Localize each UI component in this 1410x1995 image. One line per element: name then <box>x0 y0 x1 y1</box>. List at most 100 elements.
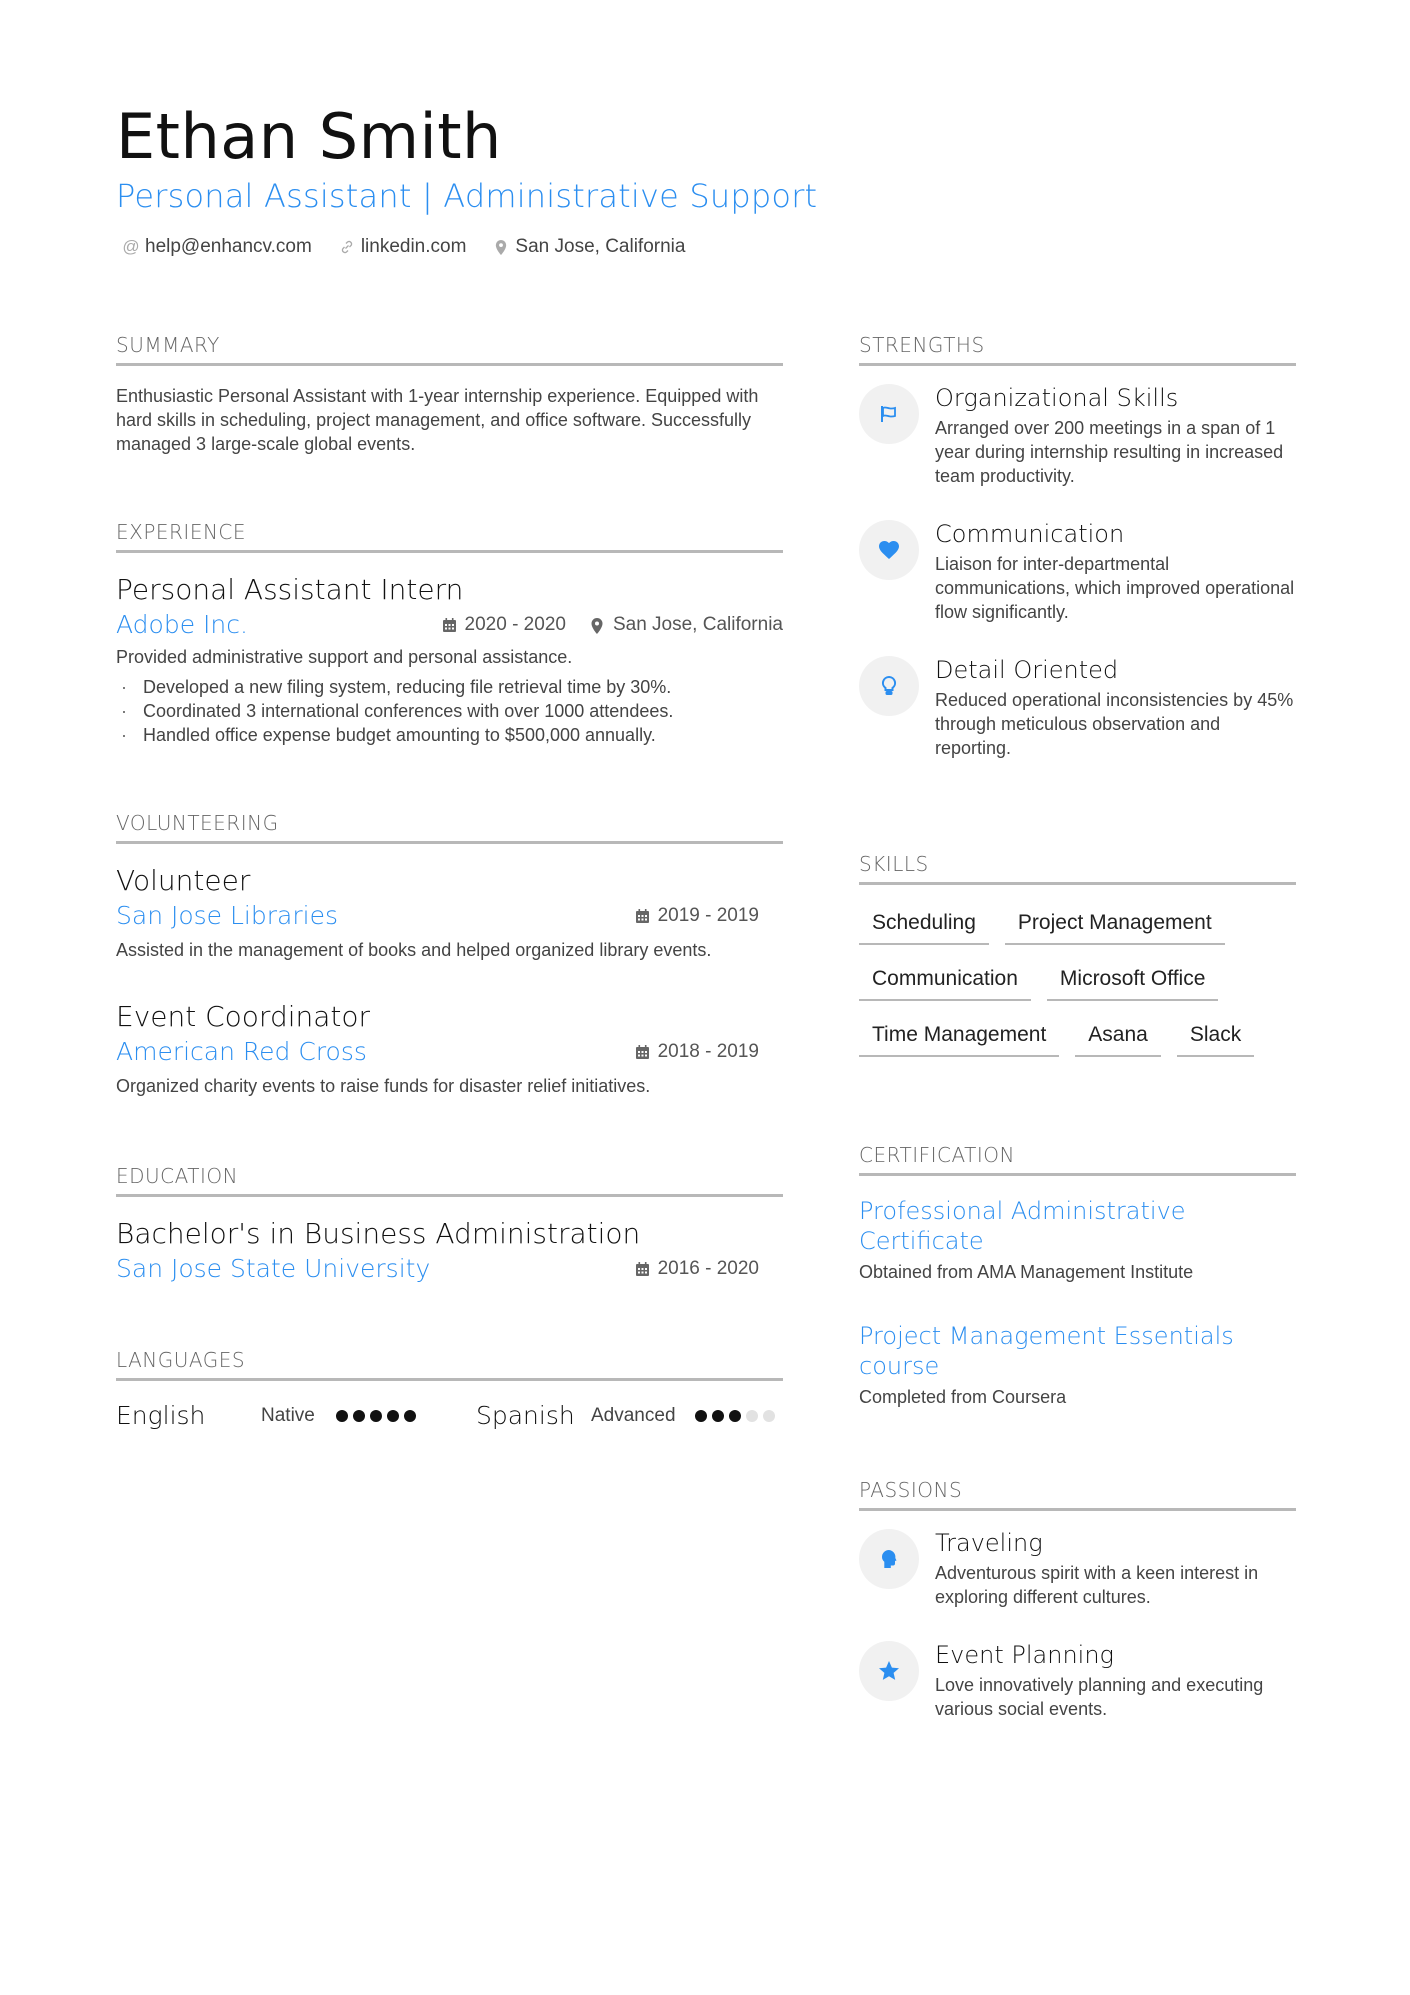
candidate-title: Personal Assistant | Administrative Supp… <box>116 177 818 215</box>
degree: Bachelor's in Business Administration <box>116 1217 641 1250</box>
volunteer-description: Organized charity events to raise funds … <box>116 1076 651 1096</box>
strength-item: Organizational Skills Arranged over 200 … <box>859 384 1296 488</box>
language-name: English <box>116 1401 206 1430</box>
strength-description: Liaison for inter-departmental communica… <box>935 554 1295 622</box>
volunteer-entry: Event Coordinator American Red Cross 201… <box>116 1000 783 1098</box>
passion-description: Love innovatively planning and executing… <box>935 1675 1264 1719</box>
at-icon: @ <box>122 237 140 256</box>
contact-linkedin[interactable]: linkedin.com <box>338 236 467 258</box>
experience-entry: Personal Assistant Intern Adobe Inc. 202… <box>116 573 783 747</box>
job-bullet: Developed a new filing system, reducing … <box>116 675 783 699</box>
strength-description: Reduced operational inconsistencies by 4… <box>935 690 1294 758</box>
lightbulb-icon <box>859 656 919 716</box>
language-rating <box>336 1409 476 1422</box>
volunteer-entry: Volunteer San Jose Libraries 2019 - 2019… <box>116 864 783 962</box>
certification-section: Certification Professional Administrativ… <box>859 1143 1296 1408</box>
job-bullet: Coordinated 3 international conferences … <box>116 699 783 723</box>
volunteer-dates: 2018 - 2019 <box>657 1040 759 1062</box>
contact-location-text: San Jose, California <box>515 236 686 257</box>
strength-title: Communication <box>935 520 1125 548</box>
certification-title: Professional Administrative Certificate <box>859 1197 1186 1255</box>
star-icon <box>859 1641 919 1701</box>
section-heading-education: Education <box>116 1164 783 1197</box>
passions-section: Passions Traveling Adventurous spirit wi… <box>859 1478 1296 1721</box>
rating-dot-filled <box>370 1409 382 1422</box>
volunteer-dates: 2019 - 2019 <box>657 904 759 926</box>
skills-section: Skills Scheduling Project Management Com… <box>859 852 1296 1057</box>
strength-description: Arranged over 200 meetings in a span of … <box>935 418 1284 486</box>
education-dates: 2016 - 2020 <box>657 1257 759 1279</box>
skill-tag: Slack <box>1176 1023 1255 1057</box>
calendar-icon <box>635 908 650 924</box>
rating-dot-filled <box>353 1409 365 1422</box>
skill-tag: Asana <box>1075 1023 1161 1057</box>
skill-tag: Project Management <box>1004 911 1225 945</box>
section-heading-volunteering: Volunteering <box>116 811 783 844</box>
experience-section: Experience Personal Assistant Intern Ado… <box>116 520 783 747</box>
school-name: San Jose State University <box>116 1254 431 1283</box>
certification-description: Completed from Coursera <box>859 1387 1067 1407</box>
location-icon <box>590 617 605 634</box>
language-level: Advanced <box>591 1404 676 1426</box>
heart-icon <box>859 520 919 580</box>
rating-dot-filled <box>695 1409 707 1422</box>
skill-tag: Microsoft Office <box>1046 967 1219 1001</box>
contact-location: San Jose, California <box>492 236 685 258</box>
calendar-icon <box>442 617 457 633</box>
job-dates: 2020 - 2020 <box>464 613 566 635</box>
rating-dot-empty <box>746 1409 758 1422</box>
strength-item: Detail Oriented Reduced operational inco… <box>859 656 1296 760</box>
job-location: San Jose, California <box>612 613 783 635</box>
contact-email-text: help@enhancv.com <box>145 236 312 257</box>
language-rating <box>695 1409 775 1422</box>
company-name: Adobe Inc. <box>116 610 248 639</box>
strength-item: Communication Liaison for inter-departme… <box>859 520 1296 624</box>
rating-dot-filled <box>336 1409 348 1422</box>
job-title: Personal Assistant Intern <box>116 573 464 606</box>
skill-tag: Scheduling <box>859 911 989 945</box>
summary-text: Enthusiastic Personal Assistant with 1-y… <box>116 386 759 454</box>
contact-linkedin-text: linkedin.com <box>360 236 467 257</box>
languages-row: English Native Spanish Advanced <box>116 1401 783 1430</box>
section-heading-experience: Experience <box>116 520 783 553</box>
candidate-name: Ethan Smith <box>116 100 502 173</box>
volunteering-section: Volunteering Volunteer San Jose Librarie… <box>116 811 783 1098</box>
strength-title: Detail Oriented <box>935 656 1119 684</box>
skill-tag: Communication <box>859 967 1031 1001</box>
languages-section: Languages English Native Spanish Advance… <box>116 1348 783 1430</box>
skills-list: Scheduling Project Management Communicat… <box>859 911 1296 1057</box>
rating-dot-filled <box>729 1409 741 1422</box>
summary-section: Summary Enthusiastic Personal Assistant … <box>116 333 783 456</box>
language-name: Spanish <box>476 1401 575 1430</box>
section-heading-skills: Skills <box>859 852 1296 885</box>
contact-bar: @ help@enhancv.com linkedin.com San Jose… <box>122 236 685 258</box>
volunteer-org: American Red Cross <box>116 1037 367 1066</box>
volunteer-org: San Jose Libraries <box>116 901 338 930</box>
strength-title: Organizational Skills <box>935 384 1179 412</box>
certification-item: Project Management Essentials course Com… <box>859 1321 1296 1408</box>
volunteer-role: Event Coordinator <box>116 1000 371 1033</box>
skill-tag: Time Management <box>859 1023 1060 1057</box>
rating-dot-filled <box>387 1409 399 1422</box>
job-bullet: Handled office expense budget amounting … <box>116 723 783 747</box>
section-heading-passions: Passions <box>859 1478 1296 1511</box>
calendar-icon <box>635 1261 650 1277</box>
passion-item: Traveling Adventurous spirit with a keen… <box>859 1529 1296 1609</box>
certification-description: Obtained from AMA Management Institute <box>859 1262 1194 1282</box>
volunteer-role: Volunteer <box>116 864 251 897</box>
location-icon <box>492 239 510 256</box>
education-section: Education Bachelor's in Business Adminis… <box>116 1164 783 1283</box>
certification-item: Professional Administrative Certificate … <box>859 1196 1296 1283</box>
section-heading-summary: Summary <box>116 333 783 366</box>
flag-icon <box>859 384 919 444</box>
rating-dot-filled <box>712 1409 724 1422</box>
education-entry: Bachelor's in Business Administration Sa… <box>116 1217 783 1283</box>
job-bullets: Developed a new filing system, reducing … <box>116 675 783 747</box>
contact-email[interactable]: @ help@enhancv.com <box>122 236 312 258</box>
passion-description: Adventurous spirit with a keen interest … <box>935 1563 1259 1607</box>
certification-title: Project Management Essentials course <box>859 1322 1234 1380</box>
section-heading-languages: Languages <box>116 1348 783 1381</box>
calendar-icon <box>635 1044 650 1060</box>
volunteer-description: Assisted in the management of books and … <box>116 940 712 960</box>
section-heading-certification: Certification <box>859 1143 1296 1176</box>
